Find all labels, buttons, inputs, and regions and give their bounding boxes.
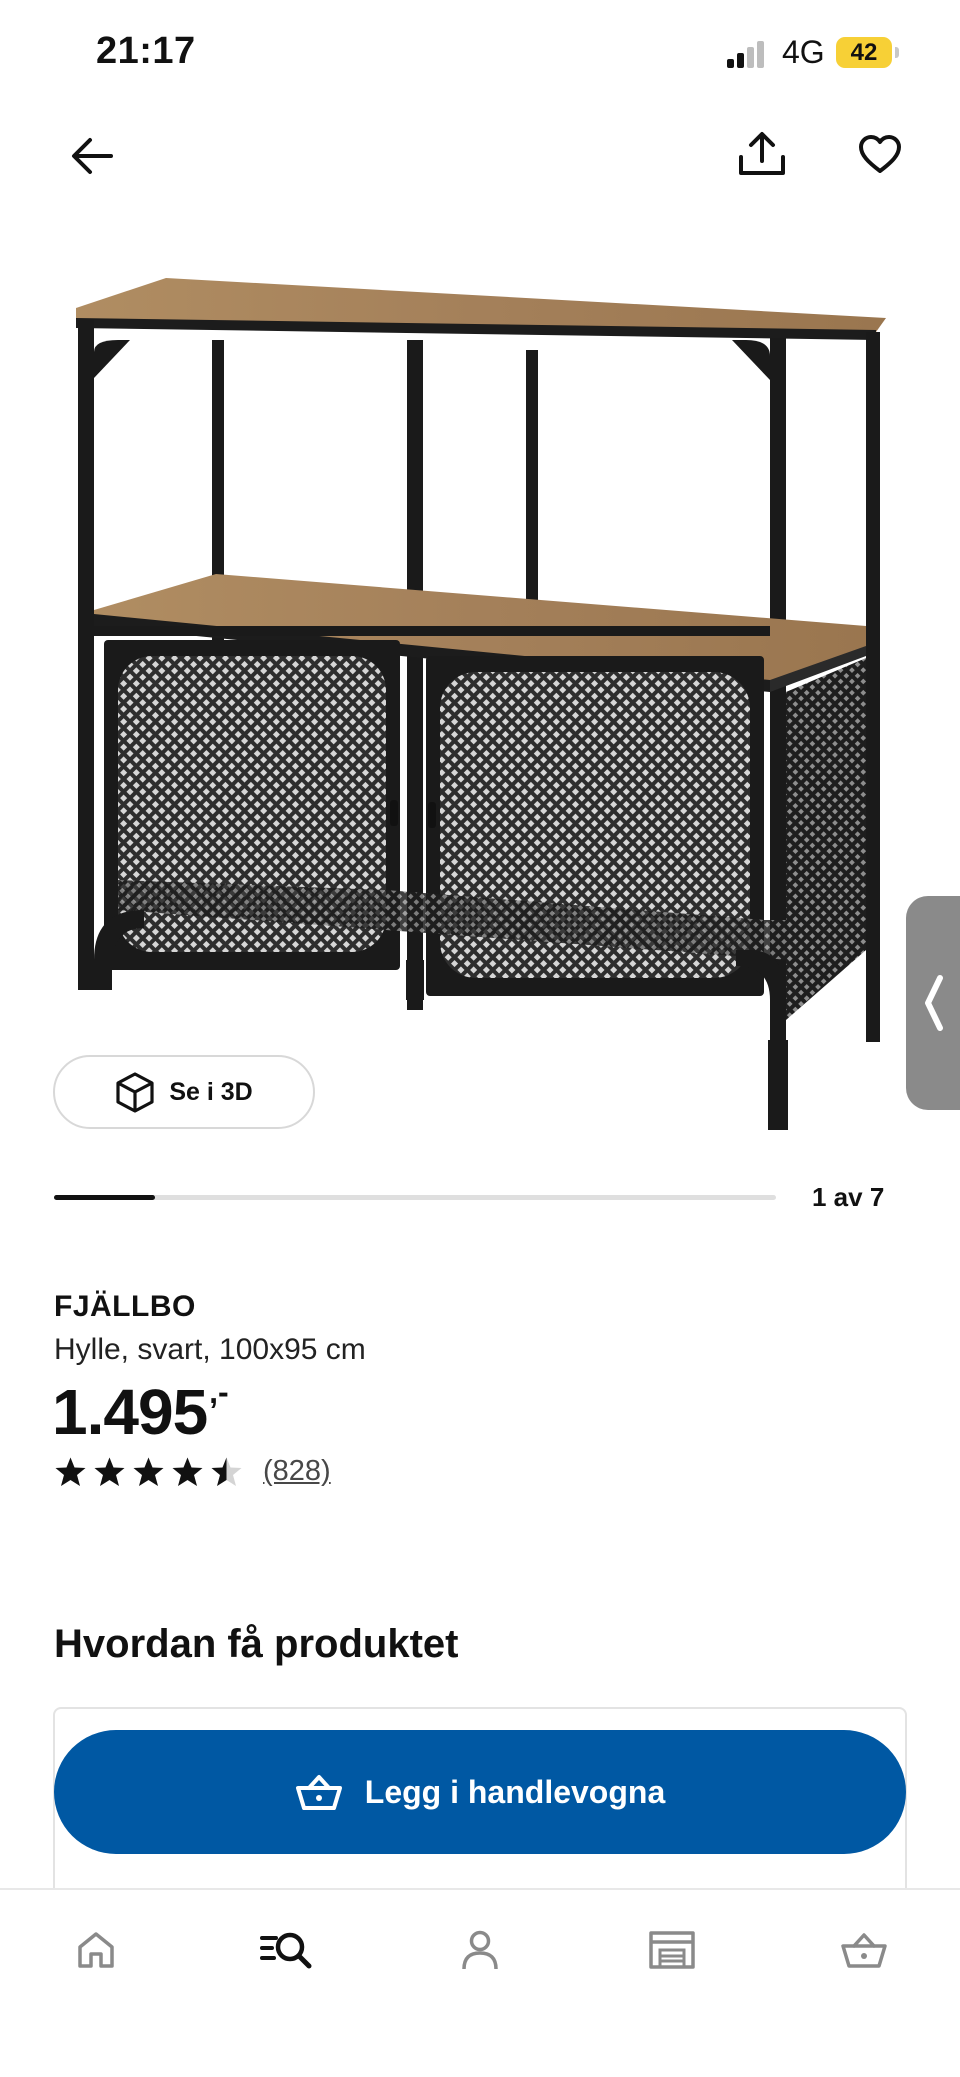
battery-tip xyxy=(895,47,899,58)
review-count-link[interactable]: (828) xyxy=(263,1455,331,1488)
status-time: 21:17 xyxy=(96,30,196,72)
share-button[interactable] xyxy=(730,122,794,186)
section-title: Hvordan få produktet xyxy=(54,1622,459,1666)
arrow-left-icon xyxy=(72,138,113,174)
search-list-icon xyxy=(260,1932,312,1969)
star-half-icon xyxy=(211,1457,242,1486)
store-icon xyxy=(649,1931,695,1969)
chevron-left-icon xyxy=(925,975,943,1031)
profile-icon xyxy=(462,1930,498,1970)
product-image[interactable] xyxy=(60,260,900,1140)
nav-store[interactable] xyxy=(636,1920,708,1980)
add-to-cart-button[interactable]: Legg i handlevogna xyxy=(54,1730,906,1854)
bottom-nav xyxy=(0,1888,960,2077)
network-type: 4G xyxy=(782,34,825,70)
gallery-progress-fill xyxy=(54,1195,156,1200)
back-button[interactable] xyxy=(60,124,124,188)
rating-stars xyxy=(54,1456,243,1488)
heart-icon xyxy=(859,135,901,173)
cart-icon xyxy=(841,1933,887,1968)
basket-icon xyxy=(295,1775,342,1810)
gallery-counter: 1 av 7 xyxy=(812,1182,885,1212)
signal-icon xyxy=(727,40,767,68)
star-full-icon xyxy=(172,1457,203,1486)
nav-cart[interactable] xyxy=(828,1920,900,1980)
share-icon xyxy=(739,132,785,175)
cube-3d-icon xyxy=(116,1072,154,1113)
product-name: FJÄLLBO xyxy=(54,1290,196,1323)
product-description: Hylle, svart, 100x95 cm xyxy=(54,1333,366,1366)
nav-profile[interactable] xyxy=(444,1920,516,1980)
view-3d-label: Se i 3D xyxy=(169,1077,253,1106)
home-icon xyxy=(78,1932,114,1968)
side-drawer-tab[interactable] xyxy=(906,896,960,1110)
star-full-icon xyxy=(55,1457,86,1486)
star-full-icon xyxy=(94,1457,125,1486)
view-3d-button[interactable]: Se i 3D xyxy=(53,1055,315,1129)
favorite-button[interactable] xyxy=(848,122,912,186)
add-to-cart-label: Legg i handlevogna xyxy=(364,1773,666,1810)
gallery-progress-bar xyxy=(54,1195,776,1200)
nav-search[interactable] xyxy=(250,1920,322,1980)
battery-indicator: 42 xyxy=(836,37,892,68)
star-full-icon xyxy=(133,1457,164,1486)
price-suffix: ,- xyxy=(209,1374,229,1410)
price: 1.495 ,- xyxy=(52,1372,229,1452)
rating-row[interactable]: (828) xyxy=(54,1455,331,1488)
status-bar: 21:17 4G 42 xyxy=(0,0,960,110)
price-amount: 1.495 xyxy=(52,1376,208,1448)
nav-home[interactable] xyxy=(60,1920,132,1980)
